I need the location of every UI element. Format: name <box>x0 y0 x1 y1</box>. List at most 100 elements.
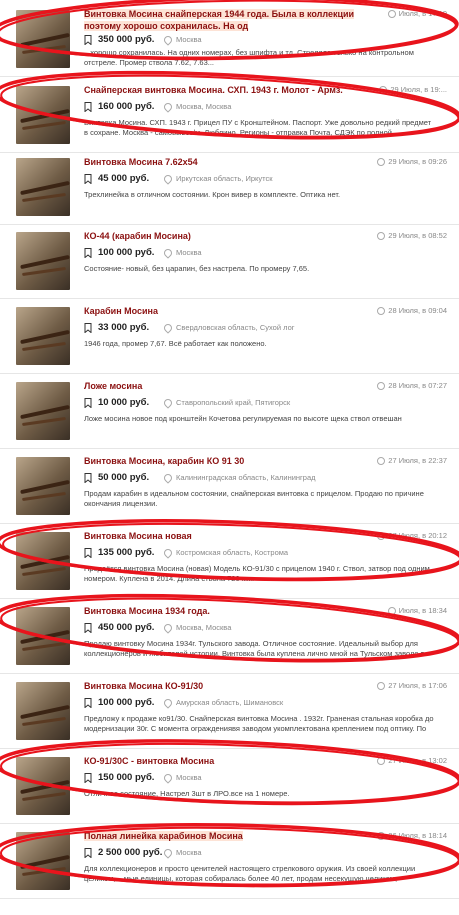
listing-item[interactable]: Винтовка Мосина 7.62х54 45 000 руб. Ирку… <box>0 150 459 225</box>
listing-price: 10 000 руб. <box>98 397 150 408</box>
listing-location: Москва <box>162 247 202 259</box>
listing-photo[interactable] <box>16 832 70 890</box>
listing-title[interactable]: Винтовка Мосина новая <box>84 530 364 542</box>
listing-date-text: 27 Июля, в 20:12 <box>388 531 447 540</box>
listing-description: Состояние- новый, без царапин, без настр… <box>84 264 310 273</box>
listing-location-text: Свердловская область, Сухой лог <box>176 323 295 332</box>
clock-icon <box>377 532 386 541</box>
listing-photo[interactable] <box>16 307 70 365</box>
listing-meta: 50 000 руб. Калининградская область, Кал… <box>84 472 374 486</box>
bookmark-icon[interactable] <box>84 623 92 633</box>
listing-date-text: Июля, в 18:34 <box>398 606 447 615</box>
listing-title[interactable]: Ложе мосина <box>84 380 364 392</box>
listing-title[interactable]: Винтовка Мосина снайперская 1944 года. Б… <box>84 8 364 32</box>
listing-photo[interactable] <box>16 158 70 216</box>
location-pin-icon <box>162 697 174 709</box>
bookmark-icon[interactable] <box>84 323 92 333</box>
bookmark-icon[interactable] <box>84 174 92 184</box>
listing-title[interactable]: КО-91/30С - винтовка Мосина <box>84 755 364 767</box>
listing-title[interactable]: Винтовка Мосина КО-91/30 <box>84 680 364 692</box>
bookmark-icon[interactable] <box>84 248 92 258</box>
listing-price: 50 000 руб. <box>98 472 150 483</box>
listing-title-text[interactable]: Винтовка Мосина снайперская 1944 года. Б… <box>84 9 355 31</box>
listing-title-text[interactable]: КО-44 (карабин Мосина) <box>84 231 191 241</box>
listing-date: 28 Июля, в 07:27 <box>377 381 447 391</box>
listing-location: Свердловская область, Сухой лог <box>162 322 295 334</box>
bookmark-icon[interactable] <box>84 848 92 858</box>
listing-item[interactable]: Винтовка Мосина, карабин КО 91 30 50 000… <box>0 449 459 524</box>
listing-title-text[interactable]: Винтовка Мосина КО-91/30 <box>84 681 203 691</box>
bookmark-icon[interactable] <box>84 773 92 783</box>
listing-date-text: 28 Июля, в 07:27 <box>388 381 447 390</box>
listing-location-text: Москва <box>176 848 202 857</box>
bookmark-icon[interactable] <box>84 548 92 558</box>
listing-title-text[interactable]: Винтовка Мосина, карабин КО 91 30 <box>84 456 244 466</box>
listing-location: Иркутская область, Иркутск <box>162 173 273 185</box>
location-pin-icon <box>162 472 174 484</box>
listing-photo[interactable] <box>16 457 70 515</box>
listing-location-text: Москва <box>176 35 202 44</box>
listing-title-text[interactable]: Винтовка Мосина новая <box>84 531 192 541</box>
listing-item[interactable]: КО-91/30С - винтовка Мосина 150 000 руб.… <box>0 749 459 824</box>
listing-photo[interactable] <box>16 607 70 665</box>
listing-item[interactable]: Снайперская винтовка Мосина. СХП. 1943 г… <box>0 78 459 153</box>
listing-item[interactable]: Винтовка Мосина снайперская 1944 года. Б… <box>0 2 459 77</box>
listing-location-text: Амурская область, Шимановск <box>176 698 284 707</box>
listing-item[interactable]: Винтовка Мосина КО-91/30 100 000 руб. Ам… <box>0 674 459 749</box>
listing-date-text: 29 Июля, в 09:26 <box>388 157 447 166</box>
listing-title-text[interactable]: Винтовка Мосина 1934 года. <box>84 606 210 616</box>
clock-icon <box>387 607 396 616</box>
listing-meta: 450 000 руб. Москва, Москва <box>84 622 374 636</box>
listing-title-text[interactable]: Снайперская винтовка Мосина. СХП. 1943 г… <box>84 85 343 95</box>
clock-icon <box>377 832 386 841</box>
listing-title-text[interactable]: КО-91/30С - винтовка Мосина <box>84 756 214 766</box>
clock-icon <box>379 86 388 95</box>
listing-photo[interactable] <box>16 682 70 740</box>
listing-description: Ложе мосина новое под кронштейн Кочетова… <box>84 414 402 423</box>
listing-photo[interactable] <box>16 86 70 144</box>
listing-description: Продаётся винтовка Мосина (новая) Модель… <box>84 564 430 583</box>
listing-description: Предложу к продаже ко91/30. Снайперская … <box>84 714 434 733</box>
listing-title[interactable]: Винтовка Мосина, карабин КО 91 30 <box>84 455 364 467</box>
listing-location: Москва <box>162 847 202 859</box>
listing-title[interactable]: Полная линейка карабинов Мосина <box>84 830 364 842</box>
listing-photo[interactable] <box>16 757 70 815</box>
listing-price: 100 000 руб. <box>98 247 155 258</box>
listing-photo[interactable] <box>16 232 70 290</box>
listing-price: 45 000 руб. <box>98 173 150 184</box>
bookmark-icon[interactable] <box>84 698 92 708</box>
listing-location: Костромская область, Кострома <box>162 547 288 559</box>
listing-photo[interactable] <box>16 532 70 590</box>
listing-title[interactable]: Винтовка Мосина 7.62х54 <box>84 156 364 168</box>
listing-title-text[interactable]: Карабин Мосина <box>84 306 158 316</box>
bookmark-icon[interactable] <box>84 35 92 45</box>
listing-date: 28 Июля, в 09:04 <box>377 306 447 316</box>
listing-date: 27 Июля, в 22:37 <box>377 456 447 466</box>
listing-location: Москва, Москва <box>162 622 231 634</box>
listing-title-text[interactable]: Ложе мосина <box>84 381 142 391</box>
listing-photo[interactable] <box>16 382 70 440</box>
bookmark-icon[interactable] <box>84 398 92 408</box>
listing-item[interactable]: Полная линейка карабинов Мосина 2 500 00… <box>0 824 459 899</box>
listing-date: 27 Июля, в 17:06 <box>377 681 447 691</box>
listing-item[interactable]: КО-44 (карабин Мосина) 100 000 руб. Моск… <box>0 224 459 299</box>
listing-date-text: 27 Июля, в 13:02 <box>388 756 447 765</box>
listing-item[interactable]: Карабин Мосина 33 000 руб. Свердловская … <box>0 299 459 374</box>
listing-title[interactable]: Карабин Мосина <box>84 305 364 317</box>
clock-icon <box>377 457 386 466</box>
listing-photo[interactable] <box>16 10 70 68</box>
listing-item[interactable]: Винтовка Мосина 1934 года. 450 000 руб. … <box>0 599 459 674</box>
listing-title-text[interactable]: Полная линейка карабинов Мосина <box>84 831 243 841</box>
bookmark-icon[interactable] <box>84 102 92 112</box>
listing-title[interactable]: КО-44 (карабин Мосина) <box>84 230 364 242</box>
listing-date: 29 Июля, в 09:26 <box>377 157 447 167</box>
listing-description: Винтовка Мосина. СХП. 1943 г. Прицел ПУ … <box>84 118 432 137</box>
listing-item[interactable]: Ложе мосина 10 000 руб. Ставропольский к… <box>0 374 459 449</box>
listing-title-text[interactable]: Винтовка Мосина 7.62х54 <box>84 157 198 167</box>
listing-date-text: 29 Июля, в 08:52 <box>388 231 447 240</box>
listing-price: 33 000 руб. <box>98 322 150 333</box>
listing-title[interactable]: Снайперская винтовка Мосина. СХП. 1943 г… <box>84 84 364 96</box>
bookmark-icon[interactable] <box>84 473 92 483</box>
listing-item[interactable]: Винтовка Мосина новая 135 000 руб. Костр… <box>0 524 459 599</box>
listing-title[interactable]: Винтовка Мосина 1934 года. <box>84 605 364 617</box>
